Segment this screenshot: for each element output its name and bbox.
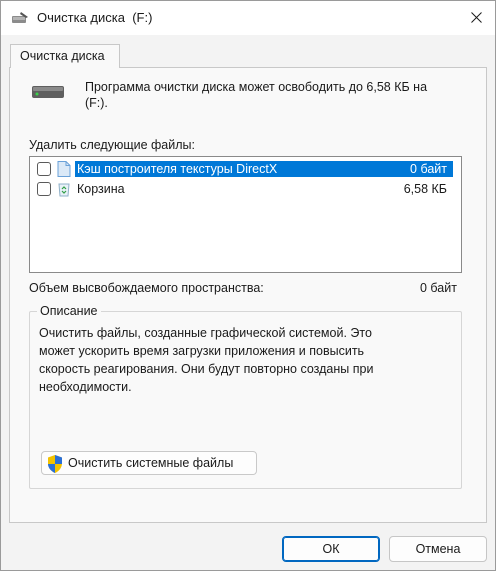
summary-text-line2: (F:). (85, 96, 108, 110)
title-bar[interactable]: Очистка диска (F:) (1, 1, 495, 35)
file-category-size: 0 байт (410, 162, 447, 176)
tab-disk-cleanup[interactable]: Очистка диска (10, 44, 120, 68)
drive-icon (32, 86, 64, 98)
file-category-name: Корзина (77, 182, 125, 196)
summary-text-line1: Программа очистки диска может освободить… (85, 80, 428, 94)
freed-space-value: 0 байт (420, 281, 457, 295)
list-item[interactable]: Корзина 6,58 КБ (30, 179, 461, 199)
disk-cleanup-app-icon (12, 12, 28, 23)
file-icon (57, 161, 71, 177)
cleanup-system-files-button[interactable]: Очистить системные файлы (41, 451, 257, 475)
uac-shield-icon (48, 455, 62, 473)
recycle-bin-icon (58, 183, 70, 197)
freed-space-label: Объем высвобождаемого пространства: (29, 281, 264, 295)
files-list[interactable]: Кэш построителя текстуры DirectX 0 байт … (29, 156, 462, 273)
description-text-line: скорость реагирования. Они будут повторн… (39, 362, 374, 376)
files-to-delete-label: Удалить следующие файлы: (29, 138, 195, 152)
file-category-size: 6,58 КБ (403, 182, 447, 196)
cancel-button[interactable]: Отмена (389, 536, 487, 562)
file-checkbox[interactable] (37, 182, 51, 196)
disk-cleanup-window: Очистка диска (F:) Очистка диска Програм… (0, 0, 496, 571)
file-checkbox[interactable] (37, 162, 51, 176)
file-category-name: Кэш построителя текстуры DirectX (77, 162, 278, 176)
cleanup-system-files-label: Очистить системные файлы (68, 456, 234, 470)
description-text-line: может ускорить время загрузки приложения… (39, 344, 365, 358)
list-item[interactable]: Кэш построителя текстуры DirectX 0 байт (30, 159, 461, 179)
description-legend: Описание (37, 304, 101, 318)
description-text-line: Очистить файлы, созданные графической си… (39, 326, 372, 340)
tab-label: Очистка диска (20, 49, 105, 63)
close-button[interactable] (457, 1, 495, 33)
close-icon (470, 11, 482, 23)
window-title: Очистка диска (F:) (37, 10, 153, 25)
ok-button[interactable]: ОК (282, 536, 380, 562)
description-text-line: необходимости. (39, 380, 132, 394)
